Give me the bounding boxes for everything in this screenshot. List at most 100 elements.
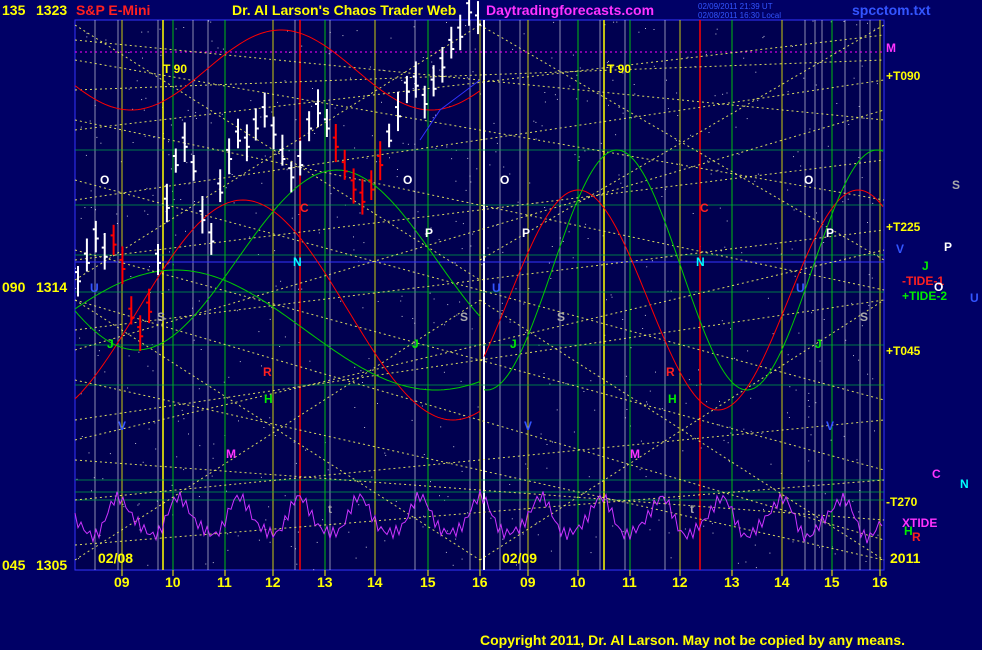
- star-dot: [797, 151, 799, 153]
- star-dot: [586, 100, 588, 102]
- star-dot: [402, 142, 404, 144]
- star-dot: [646, 401, 648, 403]
- star-dot: [754, 544, 756, 546]
- star-dot: [787, 412, 788, 414]
- star-dot: [651, 260, 653, 262]
- star-dot: [144, 210, 146, 212]
- star-dot: [211, 40, 213, 42]
- star-dot: [365, 546, 367, 548]
- star-dot: [819, 546, 820, 548]
- star-dot: [639, 469, 641, 471]
- star-dot: [170, 168, 172, 170]
- star-dot: [569, 85, 571, 87]
- star-dot: [342, 35, 344, 37]
- star-dot: [618, 174, 620, 176]
- star-dot: [808, 405, 810, 407]
- star-dot: [741, 252, 743, 254]
- star-dot: [863, 117, 865, 119]
- star-dot: [750, 430, 752, 432]
- m-label-2: M: [630, 447, 640, 461]
- star-dot: [684, 528, 686, 530]
- star-dot: [313, 569, 315, 571]
- star-dot: [511, 518, 513, 520]
- star-dot: [446, 530, 448, 532]
- star-dot: [154, 422, 156, 424]
- symbol-label: S&P E-Mini: [76, 2, 150, 18]
- star-dot: [710, 173, 712, 175]
- star-dot: [477, 406, 479, 408]
- star-dot: [422, 57, 424, 58]
- star-dot: [733, 357, 735, 359]
- star-dot: [509, 321, 511, 323]
- star-dot: [645, 28, 646, 29]
- star-dot: [275, 285, 277, 287]
- star-dot: [487, 247, 489, 249]
- c-label-2: C: [700, 201, 709, 215]
- star-dot: [687, 56, 689, 58]
- star-dot: [85, 154, 87, 156]
- o-label-4: O: [804, 173, 813, 187]
- star-dot: [501, 310, 503, 311]
- u-label-3: U: [796, 281, 805, 295]
- star-dot: [430, 481, 431, 483]
- star-dot: [233, 202, 235, 204]
- star-dot: [645, 476, 647, 478]
- star-dot: [210, 21, 212, 23]
- star-dot: [836, 103, 838, 104]
- star-dot: [590, 380, 592, 382]
- star-dot: [152, 370, 154, 372]
- o-label-1: O: [100, 173, 109, 187]
- star-dot: [861, 325, 863, 327]
- star-dot: [130, 276, 132, 277]
- star-dot: [454, 262, 456, 264]
- bottom-price: 1305: [36, 557, 67, 573]
- star-dot: [562, 241, 564, 242]
- star-dot: [231, 174, 233, 175]
- star-dot: [676, 92, 678, 94]
- star-dot: [354, 147, 356, 149]
- star-dot: [384, 540, 386, 542]
- hour-tick-label: 13: [317, 574, 333, 590]
- star-dot: [620, 182, 622, 184]
- star-dot: [616, 21, 618, 23]
- star-dot: [544, 92, 546, 93]
- star-dot: [433, 298, 435, 300]
- star-dot: [528, 288, 530, 289]
- star-dot: [465, 25, 467, 27]
- star-dot: [269, 541, 271, 543]
- star-dot: [503, 166, 505, 168]
- star-dot: [336, 216, 338, 218]
- right-r: R: [912, 530, 921, 544]
- star-dot: [435, 147, 437, 149]
- star-dot: [309, 360, 311, 362]
- star-dot: [872, 378, 874, 380]
- star-dot: [138, 503, 140, 505]
- star-dot: [552, 441, 553, 443]
- star-dot: [301, 45, 303, 47]
- star-dot: [261, 365, 262, 367]
- s-label-1: S: [157, 310, 165, 324]
- hour-tick-label: 09: [520, 574, 536, 590]
- star-dot: [359, 212, 361, 214]
- star-dot: [381, 101, 382, 103]
- star-dot: [823, 319, 825, 320]
- star-dot: [366, 157, 368, 159]
- star-dot: [517, 201, 519, 203]
- star-dot: [377, 301, 379, 302]
- star-dot: [433, 322, 435, 324]
- star-dot: [763, 35, 765, 37]
- r-label-1: R: [263, 365, 272, 379]
- star-dot: [843, 21, 845, 22]
- star-dot: [400, 300, 402, 302]
- star-dot: [795, 389, 797, 391]
- star-dot: [811, 312, 813, 314]
- j-label-3: J: [510, 337, 517, 351]
- star-dot: [867, 22, 868, 24]
- star-dot: [142, 461, 144, 463]
- star-dot: [476, 168, 478, 170]
- n-label-2: N: [696, 255, 705, 269]
- star-dot: [142, 57, 143, 59]
- star-dot: [301, 288, 303, 290]
- star-dot: [143, 109, 145, 111]
- star-dot: [729, 426, 731, 428]
